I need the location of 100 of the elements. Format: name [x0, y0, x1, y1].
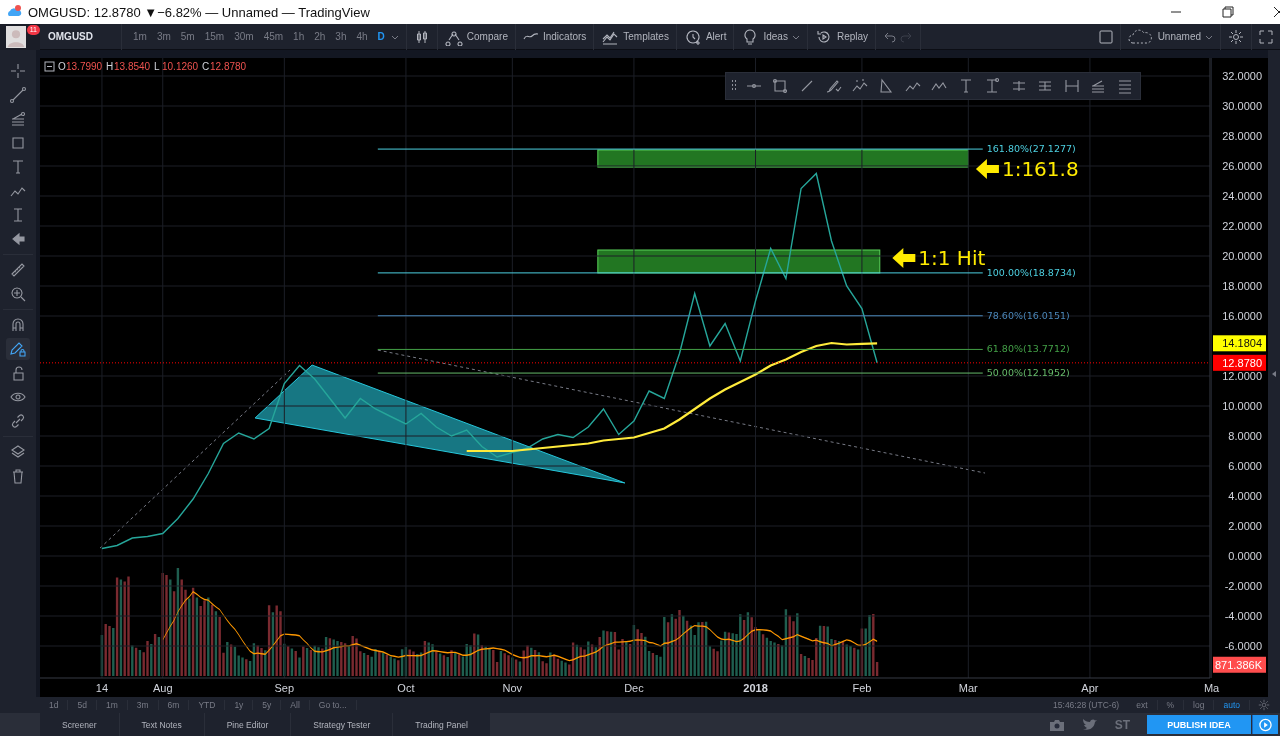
- time-axis-label: Feb: [852, 682, 872, 694]
- interval-button[interactable]: 1h: [289, 31, 309, 42]
- toolbar-button[interactable]: Compare: [437, 23, 516, 50]
- interval-button[interactable]: 3m: [152, 31, 175, 42]
- interval-button[interactable]: 4h: [352, 31, 372, 42]
- scale-option[interactable]: ext: [1127, 700, 1158, 710]
- legend-value: 12.8780: [210, 61, 247, 72]
- range-button[interactable]: 3m: [127, 700, 159, 710]
- scale-option[interactable]: log: [1184, 700, 1215, 710]
- price-axis-label: 18.0000: [1222, 280, 1262, 292]
- range-button[interactable]: 6m: [158, 700, 190, 710]
- time-axis-label: Nov: [502, 682, 523, 694]
- arrow-icon: [892, 247, 916, 268]
- clock-label: 15:46:28 (UTC-6): [1053, 700, 1121, 710]
- price-axis-label: 26.0000: [1222, 160, 1262, 172]
- price-axis-label: 4.0000: [1228, 490, 1262, 502]
- fullscreen-icon[interactable]: [1259, 29, 1273, 44]
- pencil-lock-icon[interactable]: [6, 338, 30, 360]
- interval-button[interactable]: 45m: [259, 31, 288, 42]
- price-tag-label: 871.386K: [1214, 658, 1262, 671]
- range-button[interactable]: YTD: [189, 700, 226, 710]
- price-axis-label: 16.0000: [1222, 310, 1262, 322]
- range-button[interactable]: 1y: [225, 700, 254, 710]
- interval-button[interactable]: 15m: [200, 31, 229, 42]
- drag-handle-icon[interactable]: [730, 79, 738, 93]
- time-axis-label: 14: [95, 682, 109, 694]
- time-axis-label: Aug: [152, 682, 173, 694]
- settings-icon[interactable]: [1228, 28, 1244, 45]
- toolbar-button[interactable]: Templates: [594, 23, 677, 50]
- interval-button[interactable]: 2h: [310, 31, 330, 42]
- arrow-icon: [975, 159, 999, 179]
- legend-value: 10.1260: [162, 61, 199, 72]
- callout-label: 1:161.8: [1001, 157, 1079, 181]
- legend-key: H: [106, 61, 114, 72]
- fib-level-label: 100.00%(18.8734): [986, 266, 1076, 278]
- callout-label: 1:1 Hit: [918, 245, 986, 270]
- range-button[interactable]: 5y: [253, 700, 282, 710]
- cloud-icon: [1127, 28, 1154, 45]
- toolbar-button[interactable]: Replay: [807, 23, 877, 50]
- price-tag-label: 14.1804: [1222, 337, 1262, 350]
- fib-level-label: 50.00%(12.1952): [986, 367, 1070, 379]
- camera-icon[interactable]: [1048, 717, 1065, 732]
- range-button[interactable]: 1m: [96, 700, 128, 710]
- scroll-arrow-icon[interactable]: [1271, 370, 1277, 377]
- bird-icon[interactable]: [1081, 717, 1098, 732]
- panel-tab[interactable]: Pine Editor: [204, 713, 291, 736]
- range-button[interactable]: Go to...: [309, 700, 357, 710]
- stocktwits-link[interactable]: ST: [1114, 717, 1130, 732]
- publish-button[interactable]: PUBLISH IDEA: [1147, 715, 1251, 734]
- legend-key: O: [58, 61, 66, 72]
- layout-name-button[interactable]: Unnamed: [1120, 23, 1221, 50]
- time-axis-label: Oct: [397, 682, 415, 694]
- panel-tab[interactable]: Strategy Tester: [291, 713, 393, 736]
- price-axis-label: 2.0000: [1228, 520, 1262, 532]
- fib-level-label: 61.80%(13.7712): [986, 343, 1070, 355]
- panel-tab[interactable]: Text Notes: [119, 713, 204, 736]
- range-button[interactable]: 1d: [40, 700, 69, 710]
- toolbar-button[interactable]: Ideas: [734, 23, 808, 50]
- price-axis-label: 22.0000: [1222, 220, 1262, 232]
- play-button[interactable]: [1252, 715, 1278, 734]
- legend-value: 13.7990: [66, 61, 103, 72]
- time-axis-label: Dec: [624, 682, 644, 694]
- time-axis-label: Apr: [1081, 682, 1099, 694]
- panel-tab[interactable]: Screener: [40, 713, 119, 736]
- price-axis-label: 0.0000: [1228, 550, 1262, 562]
- price-axis-label: 24.0000: [1222, 190, 1262, 202]
- interval-button[interactable]: 5m: [176, 31, 199, 42]
- interval-button[interactable]: D: [373, 31, 389, 42]
- price-axis-label: 20.0000: [1222, 250, 1262, 262]
- time-axis-label: Ma: [1203, 682, 1220, 694]
- price-axis-label: -6.0000: [1224, 640, 1262, 652]
- toolbar-button[interactable]: Alert: [676, 23, 735, 50]
- price-axis-label: 32.0000: [1222, 70, 1262, 82]
- alarm-clock-icon: [683, 27, 702, 46]
- wave-icon: [522, 33, 539, 40]
- time-axis-label: 2018: [743, 682, 768, 694]
- price-axis-label: -2.0000: [1224, 580, 1262, 592]
- price-axis-label: 30.0000: [1222, 100, 1262, 112]
- window-title: OMGUSD: 12.8780 ▼−6.82% — Unnamed — TradingView: [28, 4, 370, 20]
- price-axis-label: 10.0000: [1222, 400, 1262, 412]
- panel-tab[interactable]: Trading Panel: [393, 713, 490, 736]
- price-axis-label: 8.0000: [1228, 430, 1262, 442]
- scale-option[interactable]: %: [1157, 700, 1185, 710]
- interval-button[interactable]: 30m: [230, 31, 258, 42]
- time-axis-label: Mar: [958, 682, 978, 694]
- close-icon[interactable]: [1274, 6, 1280, 18]
- range-button[interactable]: All: [281, 700, 310, 710]
- collapse-icon[interactable]: [44, 61, 55, 72]
- avatar[interactable]: [6, 25, 26, 48]
- interval-button[interactable]: 3h: [331, 31, 351, 42]
- toolbar-button[interactable]: Indicators: [515, 23, 595, 50]
- interval-button[interactable]: 1m: [129, 31, 151, 42]
- restore-icon[interactable]: [1222, 6, 1234, 18]
- price-tag-label: 12.8780: [1222, 356, 1262, 369]
- scale-option[interactable]: auto: [1214, 700, 1250, 710]
- symbol-field[interactable]: OMGUSD: [40, 23, 122, 50]
- fib-level-label: 78.60%(16.0151): [986, 309, 1070, 321]
- range-button[interactable]: 5d: [68, 700, 97, 710]
- legend-key: L: [154, 61, 160, 72]
- layout-icon[interactable]: [1098, 29, 1113, 44]
